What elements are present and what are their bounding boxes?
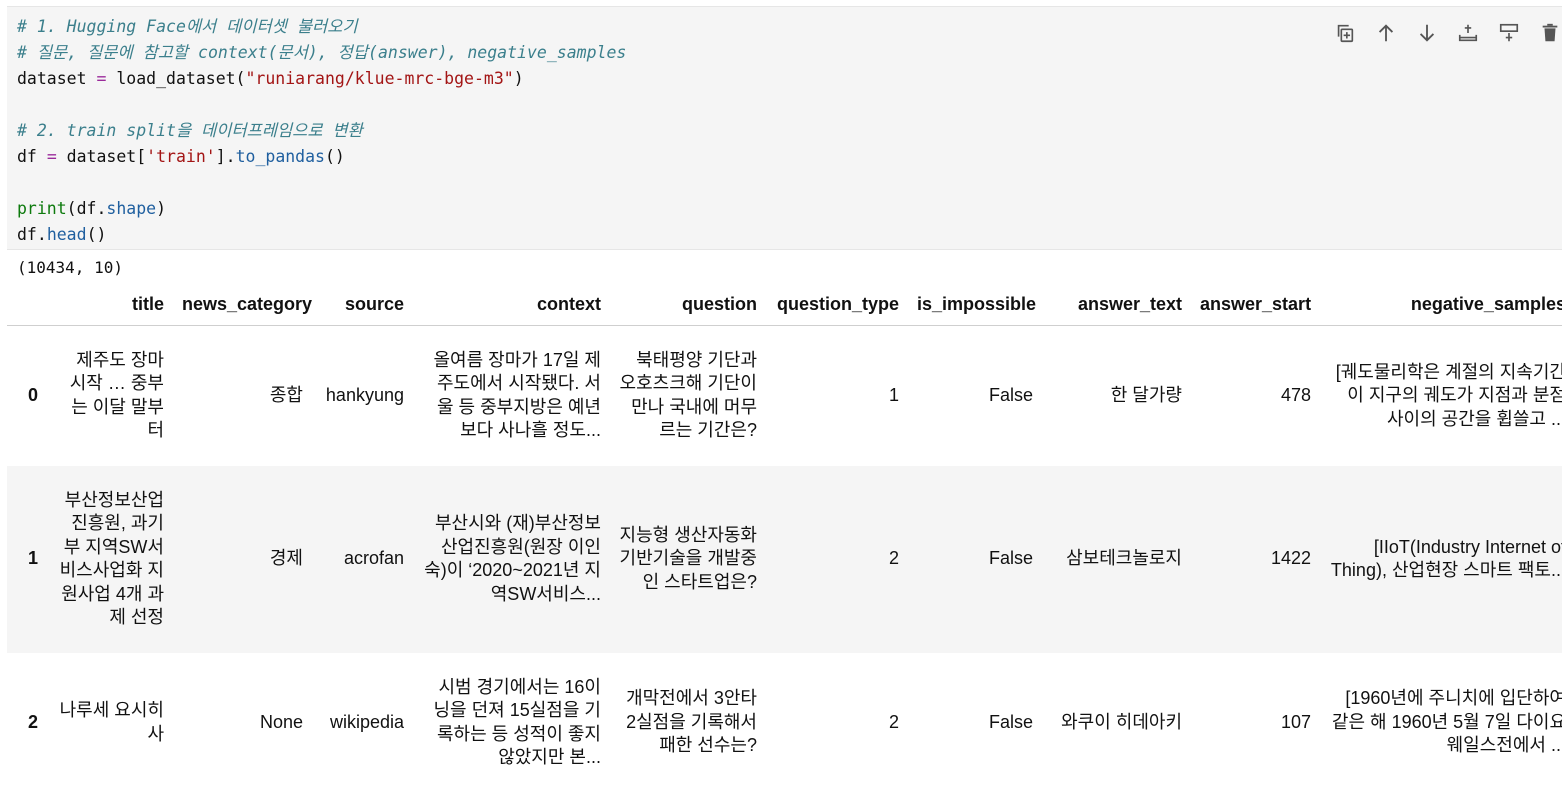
row-index: 2 [27,711,38,732]
code-editor[interactable]: # 1. Hugging Face에서 데이터셋 불러오기 # 질문, 질문에 참… [17,14,626,248]
code-token: () [86,225,107,244]
table-row: 1 부산정보산업진흥원, 과기부 지역SW서비스사업화 지원사업 4개 과제 선… [7,465,1562,653]
table-cell: 종합 [269,385,303,405]
table-cell: 1422 [1270,548,1311,569]
cell-toolbar [1333,19,1562,47]
table-row: 2 나루세 요시히사 None wikipedia 시범 경기에서는 16이닝을… [7,653,1562,793]
table-cell: 올여름 장마가 17일 제주도에서 시작됐다. 서울 등 중부지방은 예년보다 … [433,349,601,441]
table-cell: 북태평양 기단과 오호츠크해 기단이 만나 국내에 머무르는 기간은? [619,349,757,441]
code-token: # 1. Hugging Face에서 데이터셋 불러오기 [17,17,358,36]
duplicate-icon[interactable] [1333,19,1357,47]
column-header: title [47,285,173,326]
code-token: # 2. train split을 데이터프레임으로 변환 [17,121,363,140]
code-token: "runiarang/klue-mrc-bge-m3" [245,69,514,88]
code-token: (df. [66,199,107,218]
column-header: question [610,285,766,326]
table-cell: 107 [1280,711,1311,732]
code-token: 'train' [146,147,216,166]
code-token: to_pandas [235,147,325,166]
table-cell: 한 달가량 [1110,385,1182,405]
delete-icon[interactable] [1538,19,1562,47]
column-header: news_category [173,285,312,326]
code-line: # 1. Hugging Face에서 데이터셋 불러오기 [17,14,626,40]
code-token: ) [156,199,167,218]
column-header: answer_start [1191,285,1320,326]
code-token: df [17,147,47,166]
output-shape: (10434, 10) [17,258,123,277]
table-cell: 개막전에서 3안타 2실점을 기록해서 패한 선수는? [626,688,757,756]
table-cell: 와쿠이 히데아키 [1061,711,1182,732]
move-down-icon[interactable] [1415,19,1439,47]
code-token: # 질문, 질문에 참고할 context(문서), 정답(answer), n… [17,43,627,62]
column-header: source [312,285,413,326]
table-cell: wikipedia [329,711,404,732]
row-index: 1 [27,548,38,569]
code-token: ]. [215,147,236,166]
code-token: dataset[ [56,147,147,166]
column-header: question_type [766,285,908,326]
table-cell: 부산시와 (재)부산정보산업진흥원(원장 이인숙)이 ‘2020~2021년 지… [424,513,601,604]
code-token: shape [106,199,157,218]
code-token: head [46,225,87,244]
table-cell: hankyung [325,385,404,405]
column-header: negative_samples [1320,285,1562,326]
table-cell: [궤도물리학은 계절의 지속기간이 지구의 궤도가 지점과 분점 사이의 공간을… [1335,361,1562,429]
code-token: = [96,69,107,88]
code-token: df. [17,225,47,244]
dataframe-table: title news_category source context quest… [7,285,1562,793]
table-cell: [1960년에 주니치에 입단하여 같은 해 1960년 5월 7일 다이요 웨… [1331,688,1562,756]
column-header: is_impossible [908,285,1042,326]
code-line: print(df.shape) [17,196,626,222]
move-up-icon[interactable] [1374,19,1398,47]
code-token: ) [513,69,524,88]
table-cell: 2 [888,711,899,732]
code-line: # 질문, 질문에 참고할 context(문서), 정답(answer), n… [17,40,626,66]
table-cell: 478 [1280,385,1311,405]
table-cell: 나루세 요시히사 [59,700,164,744]
code-line: df = dataset['train'].to_pandas() [17,144,626,170]
code-token: load_dataset( [106,69,246,88]
table-cell: acrofan [343,548,404,569]
row-index: 0 [27,385,38,405]
table-cell: 2 [888,548,899,569]
table-cell: 시범 경기에서는 16이닝을 던져 15실점을 기록하는 등 성적이 좋지 않았… [433,676,601,768]
insert-below-icon[interactable] [1497,19,1521,47]
table-cell: 경제 [269,548,303,569]
table-cell: False [988,711,1033,732]
code-line: df.head() [17,222,626,248]
code-token: = [46,147,57,166]
column-header: answer_text [1042,285,1191,326]
table-cell: 부산정보산업진흥원, 과기부 지역SW서비스사업화 지원사업 4개 과제 선정 [59,489,164,628]
code-token: () [324,147,345,166]
table-header-row: title news_category source context quest… [7,285,1562,326]
table-cell: 삼보테크놀로지 [1066,548,1182,569]
table-cell: 지능형 생산자동화 기반기술을 개발중인 스타트업은? [619,524,757,592]
insert-above-icon[interactable] [1456,19,1480,47]
code-line: # 2. train split을 데이터프레임으로 변환 [17,118,626,144]
table-cell: False [988,385,1033,405]
code-line: dataset = load_dataset("runiarang/klue-m… [17,66,626,92]
code-token: print [17,199,67,218]
table-row: 0 제주도 장마 시작 … 중부는 이달 말부터 종합 hankyung 올여름… [7,326,1562,466]
index-header [7,285,47,326]
table-cell: False [988,548,1033,569]
code-cell[interactable]: # 1. Hugging Face에서 데이터셋 불러오기 # 질문, 질문에 참… [7,6,1562,250]
table-cell: 1 [888,385,899,405]
table-cell: [IIoT(Industry Internet of Thing), 산업현장 … [1330,536,1562,581]
column-header: context [413,285,610,326]
code-token: dataset [17,69,97,88]
table-cell: 제주도 장마 시작 … 중부는 이달 말부터 [69,349,164,441]
table-cell: None [259,711,303,732]
